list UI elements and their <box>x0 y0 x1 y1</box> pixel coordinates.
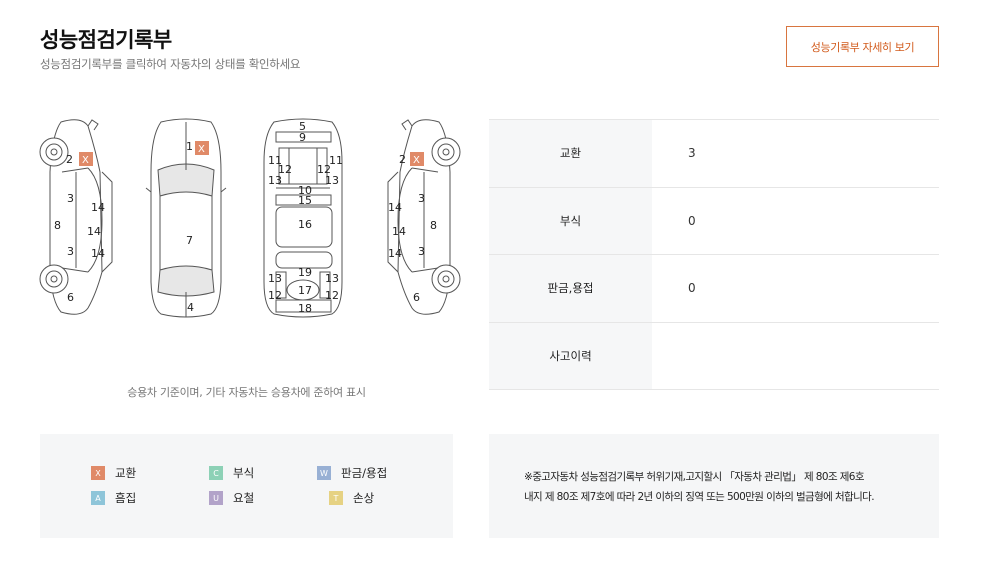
diagram-label: 17 <box>298 284 312 297</box>
legend-item-dent: U 요철 <box>209 490 254 506</box>
diagram-label: 14 <box>392 225 406 238</box>
diagram-label: 4 <box>187 301 194 314</box>
diagram-label: 3 <box>67 245 74 258</box>
car-damage-diagram[interactable]: 2 3 8 3 6 14 14 14 X 1 X 7 4 5 9 11 12 1… <box>36 112 472 322</box>
status-row-corrosion: 부식 0 <box>489 187 939 255</box>
diagram-label: 9 <box>299 131 306 144</box>
status-row-exchange: 교환 3 <box>489 120 939 188</box>
diagram-label: 3 <box>67 192 74 205</box>
law-notice-box: ※중고자동차 성능점검기록부 허위기재,고지할시 「자동차 관리법」 제 80조… <box>489 434 939 538</box>
legend-label: 흠집 <box>115 491 137 505</box>
diagram-label: 14 <box>388 247 402 260</box>
car-diagram-svg: 2 3 8 3 6 14 14 14 X 1 X 7 4 5 9 11 12 1… <box>39 118 461 318</box>
status-row-accident-history: 사고이력 <box>489 322 939 390</box>
diagram-label: 15 <box>298 194 312 207</box>
diagram-label: 6 <box>67 291 74 304</box>
status-value: 0 <box>688 213 696 228</box>
diagram-label: 3 <box>418 192 425 205</box>
diagram-label: 7 <box>186 234 193 247</box>
exchange-mark-symbol: X <box>413 155 420 166</box>
status-row-sheet-metal: 판금,용접 0 <box>489 255 939 323</box>
diagram-label: 16 <box>298 218 312 231</box>
diagram-note: 승용차 기준이며, 기타 자동차는 승용차에 준하여 표시 <box>127 386 366 399</box>
legend-box: X 교환 C 부식 W 판금/용접 A 흠집 U 요철 T 손상 <box>40 434 453 538</box>
diagram-label: 2 <box>399 153 406 166</box>
diagram-label: 19 <box>298 266 312 279</box>
status-value <box>652 323 939 390</box>
diagram-label: 2 <box>66 153 73 166</box>
diagram-label: 1 <box>186 140 193 153</box>
diagram-label: 14 <box>91 247 105 260</box>
diagram-label: 13 <box>325 174 339 187</box>
legend-item-corrosion: C 부식 <box>209 465 254 481</box>
exchange-mark-symbol: X <box>198 144 205 155</box>
diagram-label: 8 <box>54 219 61 232</box>
diagram-label: 13 <box>325 272 339 285</box>
law-notice-line: 내지 제 80조 제7호에 따라 2년 이하의 징역 또는 500만원 이하의 … <box>524 491 875 503</box>
legend-label: 요철 <box>233 491 255 505</box>
legend-item-exchange: X 교환 <box>91 465 136 481</box>
status-table: 교환 3 부식 0 판금,용접 0 사고이력 <box>489 119 939 390</box>
page-title: 성능점검기록부 <box>40 28 172 52</box>
exchange-mark-symbol: X <box>82 155 89 166</box>
legend-damage-icon: T <box>329 491 343 505</box>
status-value: 0 <box>688 281 696 296</box>
diagram-label: 12 <box>268 289 282 302</box>
status-label: 부식 <box>489 187 652 254</box>
legend-corrosion-icon: C <box>209 466 223 480</box>
status-value: 3 <box>688 146 696 161</box>
legend-welding-icon: W <box>317 466 331 480</box>
diagram-label: 18 <box>298 302 312 315</box>
legend-label: 손상 <box>353 491 375 505</box>
legend-dent-icon: U <box>209 491 223 505</box>
status-label: 판금,용접 <box>489 255 652 322</box>
diagram-label: 6 <box>413 291 420 304</box>
diagram-label: 11 <box>329 154 343 167</box>
legend-item-scratch: A 흠집 <box>91 490 136 506</box>
diagram-label: 13 <box>268 174 282 187</box>
diagram-label: 14 <box>91 201 105 214</box>
status-label: 교환 <box>489 120 652 187</box>
diagram-label: 8 <box>430 219 437 232</box>
diagram-label: 13 <box>268 272 282 285</box>
legend-label: 부식 <box>233 466 255 480</box>
legend-label: 교환 <box>115 466 137 480</box>
detail-report-button[interactable]: 성능기록부 자세히 보기 <box>786 26 939 67</box>
legend-label: 판금/용접 <box>341 466 388 480</box>
car-right-side-view[interactable] <box>387 119 461 315</box>
car-left-side-view[interactable] <box>39 119 113 315</box>
diagram-label: 14 <box>388 201 402 214</box>
legend-scratch-icon: A <box>91 491 105 505</box>
legend-item-welding: W 판금/용접 <box>317 465 387 481</box>
law-notice-line: ※중고자동차 성능점검기록부 허위기재,고지할시 「자동차 관리법」 제 80조… <box>524 471 865 483</box>
legend-item-damage: T 손상 <box>329 490 374 506</box>
legend-exchange-icon: X <box>91 466 105 480</box>
diagram-label: 12 <box>325 289 339 302</box>
diagram-label: 3 <box>418 245 425 258</box>
status-label: 사고이력 <box>489 322 652 389</box>
page-subtitle: 성능점검기록부를 클릭하여 자동차의 상태를 확인하세요 <box>40 57 301 71</box>
law-notice-text: ※중고자동차 성능점검기록부 허위기재,고지할시 「자동차 관리법」 제 80조… <box>524 467 924 507</box>
diagram-label: 14 <box>87 225 101 238</box>
